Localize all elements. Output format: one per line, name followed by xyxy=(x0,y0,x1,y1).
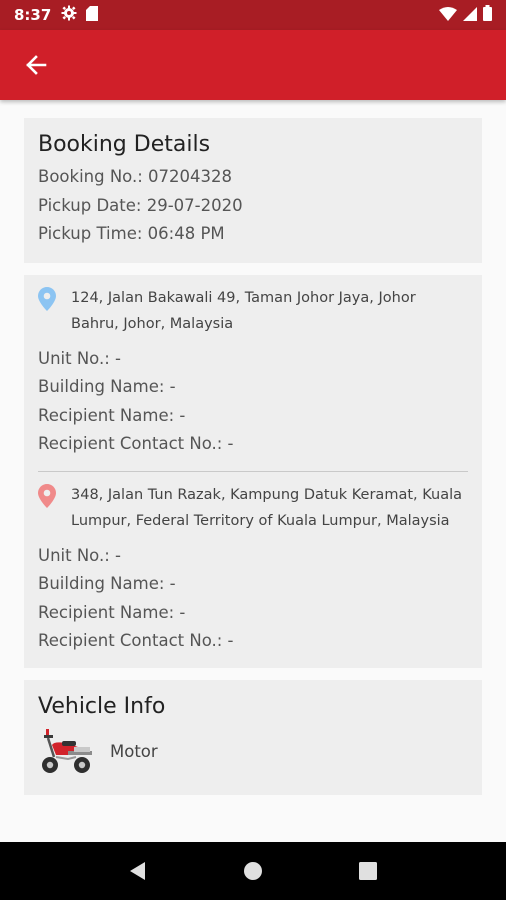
app-bar xyxy=(0,30,506,100)
pickup-building-name: Building Name: - xyxy=(38,377,176,396)
booking-content[interactable]: Booking Details Booking No.: 07204328 Pi… xyxy=(24,100,482,842)
dropoff-pin-icon xyxy=(38,482,58,512)
address-card: 124, Jalan Bakawali 49, Taman Johor Jaya… xyxy=(24,274,482,668)
booking-details-title: Booking Details xyxy=(38,132,211,157)
back-triangle-icon[interactable] xyxy=(123,856,153,886)
system-nav-bar xyxy=(0,842,506,900)
vehicle-type: Motor xyxy=(110,742,158,761)
address-divider xyxy=(38,470,468,472)
signal-icon xyxy=(463,6,477,25)
battery-icon xyxy=(483,5,492,25)
motorcycle-icon xyxy=(38,727,94,777)
dropoff-unit-no: Unit No.: - xyxy=(38,545,121,565)
gear-icon xyxy=(61,5,77,25)
sd-card-icon xyxy=(86,5,99,25)
dropoff-recipient-contact: Recipient Contact No.: - xyxy=(38,631,234,650)
pickup-date: Pickup Date: 29-07-2020 xyxy=(38,195,243,215)
home-circle-icon[interactable] xyxy=(238,856,268,886)
booking-details-card: Booking Details Booking No.: 07204328 Pi… xyxy=(24,118,482,263)
arrow-back-icon[interactable] xyxy=(22,51,50,79)
dropoff-address: 348, Jalan Tun Razak, Kampung Datuk Kera… xyxy=(71,486,463,529)
pickup-address: 124, Jalan Bakawali 49, Taman Johor Jaya… xyxy=(71,289,416,332)
pickup-recipient-name: Recipient Name: - xyxy=(38,405,186,425)
vehicle-info-title: Vehicle Info xyxy=(38,693,166,719)
dropoff-recipient-name: Recipient Name: - xyxy=(38,602,186,622)
wifi-icon xyxy=(439,6,457,25)
pickup-recipient-contact: Recipient Contact No.: - xyxy=(38,434,234,453)
vehicle-info-card: Vehicle Info Motor xyxy=(24,679,482,795)
status-bar: 8:37 xyxy=(0,0,506,30)
pickup-section: 124, Jalan Bakawali 49, Taman Johor Jaya… xyxy=(38,285,468,459)
status-time: 8:37 xyxy=(14,6,52,24)
pickup-time: Pickup Time: 06:48 PM xyxy=(38,224,225,243)
dropoff-section: 348, Jalan Tun Razak, Kampung Datuk Kera… xyxy=(38,482,468,656)
dropoff-building-name: Building Name: - xyxy=(38,574,176,593)
pickup-pin-icon xyxy=(38,285,58,315)
recents-square-icon[interactable] xyxy=(353,856,383,886)
booking-number: Booking No.: 07204328 xyxy=(38,167,233,186)
pickup-unit-no: Unit No.: - xyxy=(38,348,121,368)
